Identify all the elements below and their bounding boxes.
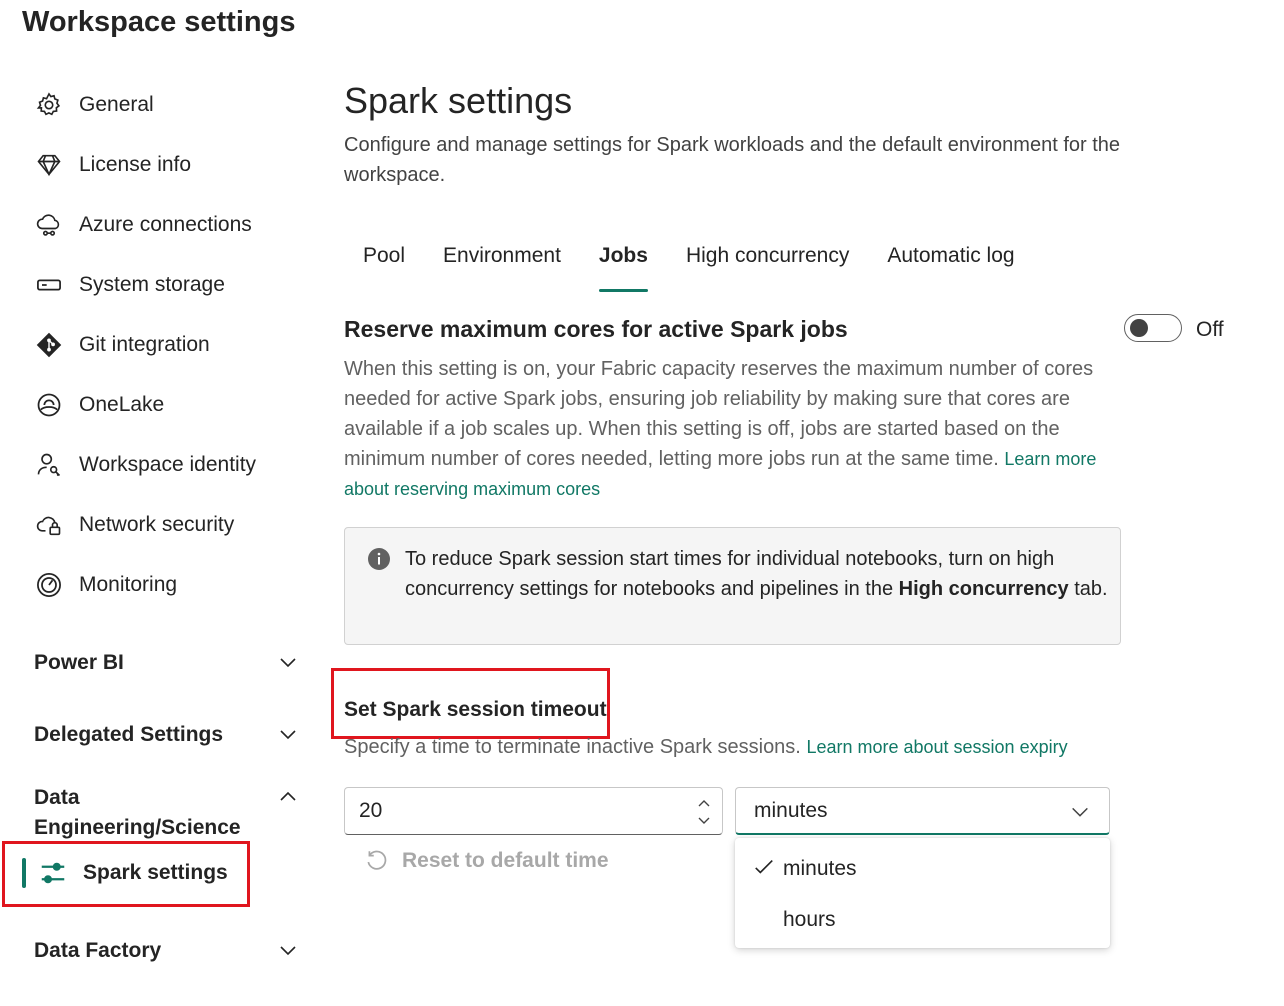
session-expiry-link[interactable]: Learn more about session expiry <box>806 737 1067 757</box>
unit-dropdown-list: minutes hours <box>735 838 1110 948</box>
chevron-down-icon <box>1072 807 1088 817</box>
nav-item-label: Workspace identity <box>79 453 257 476</box>
reset-icon <box>367 850 387 870</box>
checkmark-icon <box>755 859 773 874</box>
nav-item-label: General <box>79 93 154 116</box>
info-text: To reduce Spark session start times for … <box>405 544 1110 604</box>
tab-high-concurrency[interactable]: High concurrency <box>667 240 868 292</box>
nav-item-label: Git integration <box>79 333 210 356</box>
diamond-icon <box>34 150 64 180</box>
option-label: hours <box>783 908 836 931</box>
onelake-icon <box>34 390 64 420</box>
info-text-after: tab. <box>1074 578 1108 600</box>
person-key-icon <box>34 450 64 480</box>
highlight-box-timeout <box>331 668 610 739</box>
cloud-link-icon <box>34 210 64 240</box>
nav-item-monitoring[interactable]: Monitoring <box>34 565 177 605</box>
toggle-knob <box>1130 319 1148 337</box>
reserve-cores-title: Reserve maximum cores for active Spark j… <box>344 316 848 342</box>
timeout-unit-value: minutes <box>754 799 828 822</box>
chevron-up-icon <box>280 791 296 801</box>
git-icon <box>34 330 64 360</box>
nav-item-label: Network security <box>79 513 235 536</box>
main-title: Spark settings <box>344 80 573 121</box>
reserve-cores-description: When this setting is on, your Fabric cap… <box>344 354 1134 504</box>
tab-environment[interactable]: Environment <box>424 240 580 292</box>
timeout-description: Specify a time to terminate inactive Spa… <box>344 736 1068 759</box>
main-description: Configure and manage settings for Spark … <box>344 134 1121 186</box>
gauge-icon <box>34 570 64 600</box>
info-text-bold: High concurrency <box>898 578 1069 600</box>
timeout-unit-select[interactable]: minutes <box>735 787 1110 835</box>
nav-item-network-security[interactable]: Network security <box>34 505 234 545</box>
info-banner: To reduce Spark session start times for … <box>344 527 1121 645</box>
option-label: minutes <box>783 857 857 880</box>
cloud-lock-icon <box>34 510 64 540</box>
tab-pool[interactable]: Pool <box>344 240 424 292</box>
chevron-down-icon <box>280 658 296 668</box>
reserve-cores-toggle[interactable] <box>1124 314 1182 342</box>
nav-item-git-integration[interactable]: Git integration <box>34 325 210 365</box>
section-power-bi[interactable]: Power BI <box>34 648 304 678</box>
info-icon <box>368 548 390 570</box>
chevron-down-icon <box>280 946 296 956</box>
timeout-desc-text: Specify a time to terminate inactive Spa… <box>344 736 801 758</box>
section-label: Delegated Settings <box>34 723 224 746</box>
option-minutes[interactable]: minutes <box>735 846 1110 892</box>
section-data-factory[interactable]: Data Factory <box>34 936 304 966</box>
reset-label: Reset to default time <box>402 849 609 872</box>
nav-item-label: Monitoring <box>79 573 178 596</box>
nav-item-system-storage[interactable]: System storage <box>34 265 225 305</box>
nav-item-workspace-identity[interactable]: Workspace identity <box>34 445 256 485</box>
nav-item-label: OneLake <box>79 393 165 416</box>
toggle-state-label: Off <box>1196 318 1224 341</box>
highlight-box-nav <box>2 841 250 907</box>
nav-item-license-info[interactable]: License info <box>34 145 191 185</box>
section-label: Data Factory <box>34 939 162 962</box>
nav-item-azure-connections[interactable]: Azure connections <box>34 205 252 245</box>
nav-item-label: License info <box>79 153 192 176</box>
tab-list: Pool Environment Jobs High concurrency A… <box>344 240 1034 294</box>
timeout-value: 20 <box>359 799 383 822</box>
tab-automatic-log[interactable]: Automatic log <box>868 240 1033 292</box>
chevron-down-icon <box>280 730 296 740</box>
reserve-body: When this setting is on, your Fabric cap… <box>344 358 1094 470</box>
spin-arrows-icon[interactable] <box>696 794 712 830</box>
nav-item-general[interactable]: General <box>34 85 154 125</box>
nav-item-label: Azure connections <box>79 213 252 236</box>
section-label: Data Engineering/Science <box>34 786 241 839</box>
storage-icon <box>34 270 64 300</box>
reset-default-button[interactable]: Reset to default time <box>364 846 609 876</box>
nav-item-onelake[interactable]: OneLake <box>34 385 164 425</box>
section-delegated-settings[interactable]: Delegated Settings <box>34 720 304 750</box>
section-label: Power BI <box>34 651 124 674</box>
option-hours[interactable]: hours <box>735 897 1110 943</box>
gear-icon <box>34 90 64 120</box>
timeout-value-input[interactable]: 20 <box>344 787 723 835</box>
section-data-engineering[interactable]: Data Engineering/Science <box>34 783 304 843</box>
tab-jobs[interactable]: Jobs <box>580 240 667 292</box>
nav-item-label: System storage <box>79 273 225 296</box>
